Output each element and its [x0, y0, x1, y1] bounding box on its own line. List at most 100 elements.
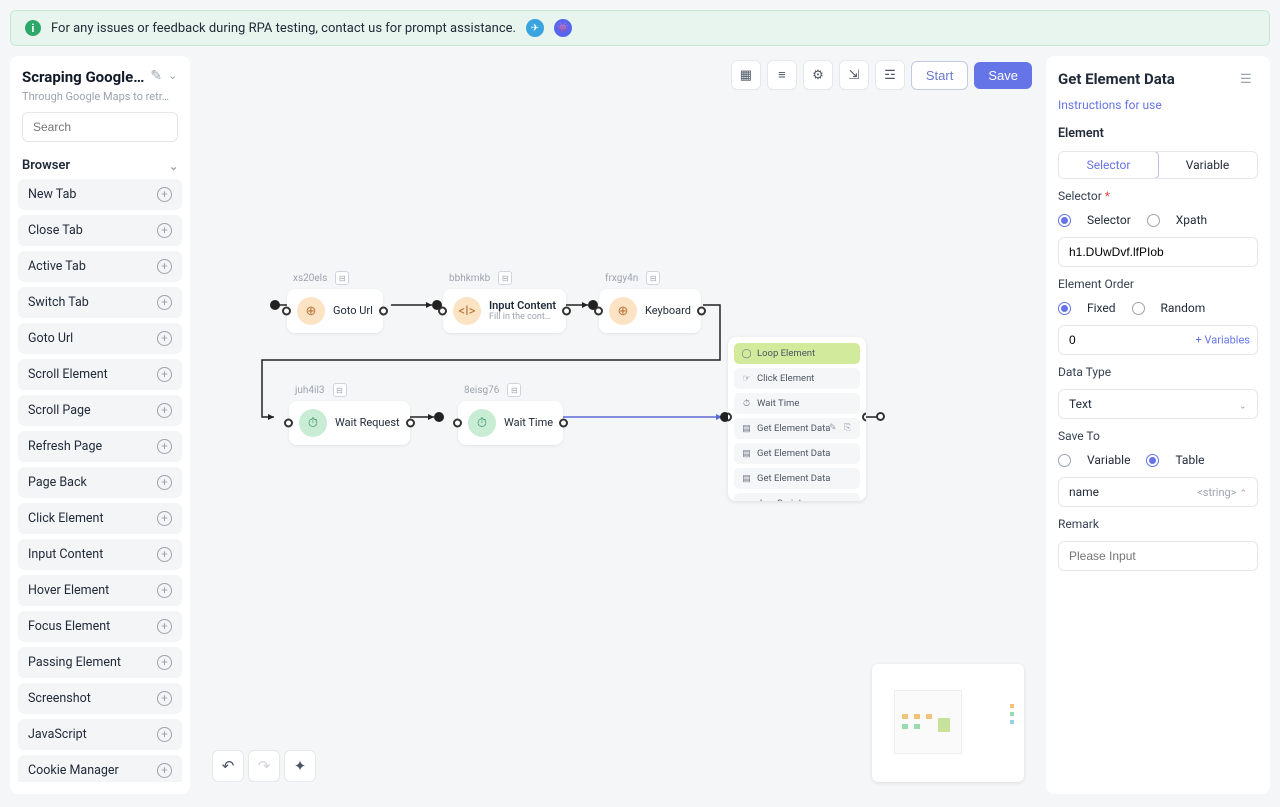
project-title: Scraping Google… [22, 68, 144, 86]
delete-icon[interactable]: ⊟ [333, 383, 347, 397]
port-dot [434, 412, 444, 422]
seg-selector[interactable]: Selector [1058, 151, 1159, 179]
plus-icon[interactable]: + [157, 295, 172, 310]
code-icon: <I> [453, 297, 481, 325]
magic-button[interactable]: ✦ [284, 750, 316, 782]
action-switch-tab[interactable]: Switch Tab+ [18, 287, 182, 318]
action-click-element[interactable]: Click Element+ [18, 503, 182, 534]
radio-xpath[interactable] [1147, 214, 1160, 227]
action-close-tab[interactable]: Close Tab+ [18, 215, 182, 246]
selector-input[interactable] [1058, 237, 1258, 267]
canvas[interactable]: ▦ ≡ ⚙ ⇲ ☲ Start Save [200, 56, 1036, 794]
subnode-get-element-data[interactable]: ▤Get Element Data✎⎘ [734, 418, 860, 439]
subnode-click-element[interactable]: ☞Click Element [734, 368, 860, 389]
action-scroll-page[interactable]: Scroll Page+ [18, 395, 182, 426]
seg-variable[interactable]: Variable [1158, 152, 1257, 178]
edit-icon[interactable]: ✎ [829, 423, 841, 435]
node-input-content[interactable]: bbhkmkb⊟ <I> Input ContentFill in the co… [443, 289, 566, 333]
node-wait-request[interactable]: juh4il3⊟ ⏱ Wait Request [289, 401, 410, 445]
delete-icon[interactable]: ⊟ [498, 271, 512, 285]
notification-banner: i For any issues or feedback during RPA … [10, 10, 1270, 46]
radio-selector[interactable] [1058, 214, 1071, 227]
variables-link[interactable]: + Variables [1196, 334, 1250, 347]
action-page-back[interactable]: Page Back+ [18, 467, 182, 498]
action-active-tab[interactable]: Active Tab+ [18, 251, 182, 282]
action-passing-element[interactable]: Passing Element+ [18, 647, 182, 678]
telegram-icon[interactable]: ✈ [526, 19, 544, 37]
element-segment[interactable]: Selector Variable [1058, 151, 1258, 179]
subnode-get-element-data[interactable]: ▤Get Element Data [734, 468, 860, 489]
plus-icon[interactable]: + [157, 547, 172, 562]
redo-button[interactable]: ↷ [248, 750, 280, 782]
instructions-link[interactable]: Instructions for use [1058, 98, 1258, 112]
globe-icon: ⊕ [609, 297, 637, 325]
radio-variable[interactable] [1058, 454, 1071, 467]
info-icon: i [25, 20, 41, 36]
delete-icon[interactable]: ⊟ [507, 383, 521, 397]
action-hover-element[interactable]: Hover Element+ [18, 575, 182, 606]
plus-icon[interactable]: + [157, 619, 172, 634]
plus-icon[interactable]: + [157, 187, 172, 202]
plus-icon[interactable]: + [157, 331, 172, 346]
chevron-down-icon: ⌃ [169, 159, 178, 172]
plus-icon[interactable]: + [157, 403, 172, 418]
start-port [270, 300, 280, 310]
radio-fixed[interactable] [1058, 302, 1071, 315]
plus-icon[interactable]: + [157, 259, 172, 274]
delete-icon[interactable]: ⊟ [646, 271, 660, 285]
discord-icon[interactable]: 👾 [554, 19, 572, 37]
radio-table[interactable] [1146, 454, 1159, 467]
sidebar: Scraping Google… ✎ ⌃ Through Google Maps… [10, 56, 190, 794]
group-browser[interactable]: Browser ⌃ [18, 152, 182, 179]
delete-icon[interactable]: ⊟ [335, 271, 349, 285]
action-new-tab[interactable]: New Tab+ [18, 179, 182, 210]
plus-icon[interactable]: + [157, 367, 172, 382]
chevron-down-icon: ⌃ [1239, 399, 1247, 409]
project-subtitle: Through Google Maps to retr… [18, 90, 182, 112]
remark-input[interactable] [1058, 541, 1258, 571]
node-wait-time[interactable]: 8eisg76⊟ ⏱ Wait Time [458, 401, 563, 445]
node-loop-group[interactable]: m15kmxq⊟ ◯Loop Element☞Click Element⏱Wai… [728, 337, 866, 501]
banner-text: For any issues or feedback during RPA te… [51, 21, 516, 36]
plus-icon[interactable]: + [157, 475, 172, 490]
action-cookie-manager[interactable]: Cookie Manager+ [18, 755, 182, 782]
action-focus-element[interactable]: Focus Element+ [18, 611, 182, 642]
plus-icon[interactable]: + [157, 511, 172, 526]
list-icon[interactable]: ☰ [1240, 72, 1258, 86]
panel-title: Get Element Data [1058, 70, 1175, 88]
subnode-get-element-data[interactable]: ▤Get Element Data [734, 443, 860, 464]
saveto-select[interactable]: name <string> ⌃ [1058, 477, 1258, 507]
undo-button[interactable]: ↶ [212, 750, 244, 782]
plus-icon[interactable]: + [157, 691, 172, 706]
node-goto-url[interactable]: xs20els⊟ ⊕ Goto Url [287, 289, 383, 333]
plus-icon[interactable]: + [157, 583, 172, 598]
edit-icon[interactable]: ✎ [150, 68, 162, 84]
subnode-loop-element[interactable]: ◯Loop Element [734, 343, 860, 364]
subnode-javascript[interactable]: JavaScript [734, 493, 860, 501]
plus-icon[interactable]: + [157, 223, 172, 238]
action-scroll-element[interactable]: Scroll Element+ [18, 359, 182, 390]
properties-panel: Get Element Data ☰ Instructions for use … [1046, 56, 1270, 794]
element-label: Element [1058, 126, 1258, 141]
plus-icon[interactable]: + [157, 655, 172, 670]
minimap[interactable] [872, 664, 1024, 782]
action-refresh-page[interactable]: Refresh Page+ [18, 431, 182, 462]
subnode-wait-time[interactable]: ⏱Wait Time [734, 393, 860, 414]
plus-icon[interactable]: + [157, 439, 172, 454]
copy-icon[interactable]: ⎘ [844, 423, 856, 435]
action-javascript[interactable]: JavaScript+ [18, 719, 182, 750]
timer-icon: ⏱ [468, 409, 496, 437]
action-screenshot[interactable]: Screenshot+ [18, 683, 182, 714]
datatype-select[interactable]: Text ⌃ [1058, 389, 1258, 419]
node-keyboard[interactable]: frxgy4n⊟ ⊕ Keyboard [599, 289, 701, 333]
plus-icon[interactable]: + [157, 763, 172, 778]
port [876, 412, 885, 421]
globe-icon: ⊕ [297, 297, 325, 325]
radio-random[interactable] [1132, 302, 1145, 315]
search-input[interactable] [22, 112, 178, 142]
plus-icon[interactable]: + [157, 727, 172, 742]
action-goto-url[interactable]: Goto Url+ [18, 323, 182, 354]
action-input-content[interactable]: Input Content+ [18, 539, 182, 570]
collapse-sidebar-icon[interactable]: ⌃ [168, 68, 177, 81]
action-list: New Tab+ Close Tab+ Active Tab+ Switch Tab+… [18, 179, 182, 782]
